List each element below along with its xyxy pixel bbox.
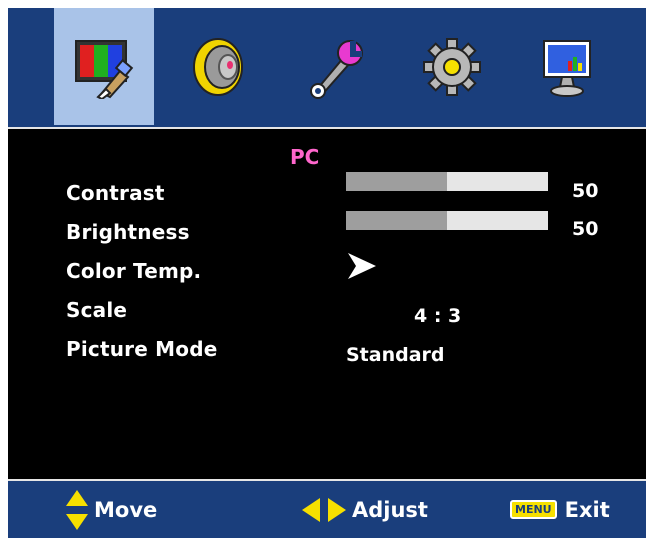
monitor-icon xyxy=(543,39,591,97)
hint-adjust-label: Adjust xyxy=(352,497,428,522)
osd-menu: PC Contrast 50 Brightness 50 Color Temp.… xyxy=(8,8,646,538)
tab-setup[interactable] xyxy=(286,8,386,125)
tab-options[interactable] xyxy=(402,8,502,125)
speaker-icon xyxy=(193,37,243,96)
hint-adjust: Adjust xyxy=(302,481,428,538)
contrast-label[interactable]: Contrast xyxy=(66,181,165,205)
brightness-slider[interactable] xyxy=(346,211,548,230)
gear-icon xyxy=(423,37,481,96)
menu-key-badge: MENU xyxy=(510,500,557,519)
scale-value: 4 : 3 xyxy=(414,305,462,327)
color-temp-label[interactable]: Color Temp. xyxy=(66,259,201,283)
hint-move: Move xyxy=(66,481,157,538)
hint-exit-label: Exit xyxy=(564,497,610,522)
hint-exit: MENU Exit xyxy=(510,481,610,538)
left-right-arrow-icon xyxy=(302,497,346,522)
brightness-slider-fill xyxy=(346,211,447,230)
contrast-slider[interactable] xyxy=(346,172,548,191)
picture-settings-panel: PC Contrast 50 Brightness 50 Color Temp.… xyxy=(8,129,646,479)
tab-display[interactable] xyxy=(518,8,618,125)
hint-bar: Move Adjust MENU Exit xyxy=(8,479,646,538)
tab-picture[interactable] xyxy=(54,8,154,125)
contrast-value: 50 xyxy=(572,180,599,202)
up-down-arrow-icon xyxy=(66,489,88,530)
tab-sound[interactable] xyxy=(170,8,270,125)
picture-mode-value: Standard xyxy=(346,344,445,366)
input-source-label: PC xyxy=(290,145,320,169)
menu-tab-bar xyxy=(8,8,646,129)
brightness-label[interactable]: Brightness xyxy=(66,220,190,244)
scale-label[interactable]: Scale xyxy=(66,298,127,322)
picture-mode-label[interactable]: Picture Mode xyxy=(66,337,217,361)
picture-icon xyxy=(75,39,134,99)
arrow-right-icon[interactable] xyxy=(346,251,378,281)
contrast-slider-fill xyxy=(346,172,447,191)
hint-move-label: Move xyxy=(94,497,158,522)
brightness-value: 50 xyxy=(572,218,599,240)
wrench-icon xyxy=(310,39,363,99)
